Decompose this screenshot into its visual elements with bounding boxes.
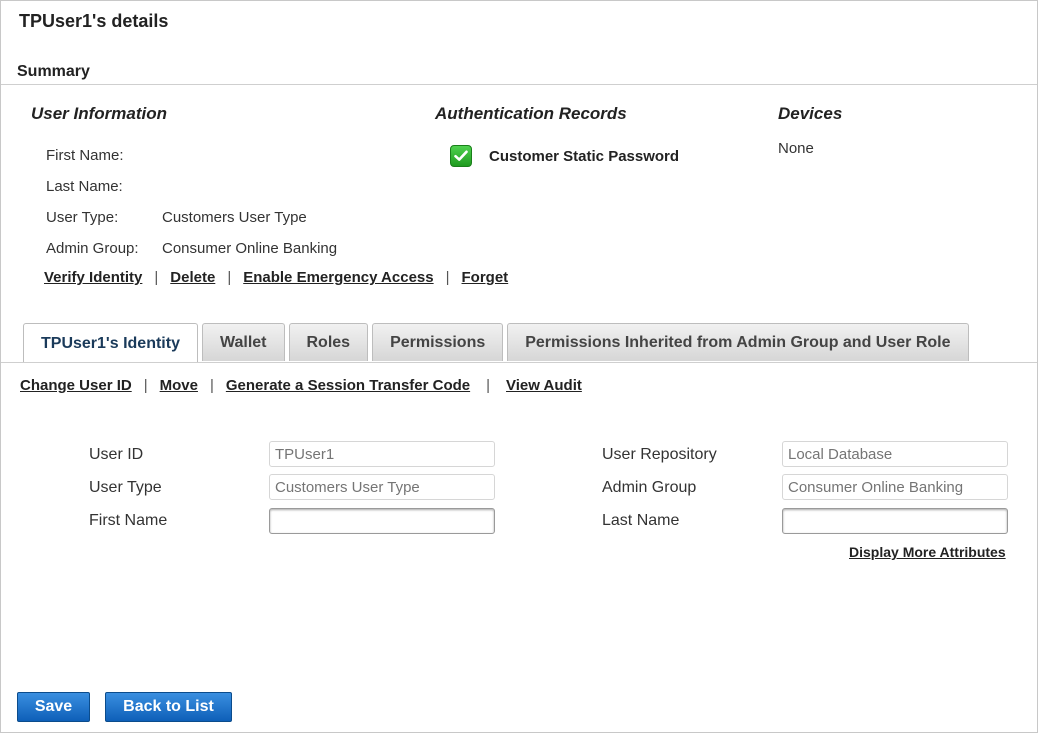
first-name-field[interactable] xyxy=(269,508,495,534)
display-more-attributes-link[interactable]: Display More Attributes xyxy=(849,544,1006,560)
tab-roles[interactable]: Roles xyxy=(288,323,369,361)
authentication-records-heading: Authentication Records xyxy=(435,104,627,123)
forget-link[interactable]: Forget xyxy=(462,269,509,286)
separator: | xyxy=(445,269,450,286)
devices-value: None xyxy=(778,140,814,157)
separator: | xyxy=(154,269,159,286)
admin-group-info-value: Consumer Online Banking xyxy=(162,240,338,257)
user-id-field xyxy=(269,441,495,467)
user-type-info-label: User Type: xyxy=(46,209,119,226)
last-name-label: Last Name xyxy=(602,512,680,529)
user-information-heading: User Information xyxy=(31,104,168,123)
user-details-panel: TPUser1's details Summary User Informati… xyxy=(0,0,1038,733)
user-repository-field xyxy=(782,441,1008,467)
change-user-id-link[interactable]: Change User ID xyxy=(20,377,132,394)
user-type-info-value: Customers User Type xyxy=(162,209,307,226)
delete-link[interactable]: Delete xyxy=(170,269,215,286)
page-title: TPUser1's details xyxy=(19,11,169,31)
tab-inherited-permissions[interactable]: Permissions Inherited from Admin Group a… xyxy=(507,323,969,361)
last-name-info-label: Last Name: xyxy=(46,178,123,195)
admin-group-label: Admin Group xyxy=(602,479,697,496)
summary-divider xyxy=(1,84,1037,85)
admin-group-info-label: Admin Group: xyxy=(46,240,139,257)
tab-wallet[interactable]: Wallet xyxy=(201,323,285,361)
summary-heading: Summary xyxy=(17,63,90,80)
identity-actions: Change User ID | Move | Generate a Session T… xyxy=(20,377,582,394)
tab-bar: TPUser1's Identity Wallet Roles Permissi… xyxy=(23,323,973,363)
last-name-field[interactable] xyxy=(782,508,1008,534)
session-transfer-code-link[interactable]: Generate a Session Transfer Code xyxy=(226,377,470,394)
tabs-divider xyxy=(1,362,1037,363)
user-id-label: User ID xyxy=(89,446,144,463)
last-name-info: Last Name: xyxy=(46,178,162,195)
user-type-label: User Type xyxy=(89,479,162,496)
enable-emergency-access-link[interactable]: Enable Emergency Access xyxy=(243,269,433,286)
admin-group-field xyxy=(782,474,1008,500)
back-to-list-button[interactable]: Back to List xyxy=(105,692,232,722)
separator: | xyxy=(143,377,148,394)
admin-group-info: Admin Group: Consumer Online Banking xyxy=(46,240,337,257)
first-name-label: First Name xyxy=(89,512,168,529)
separator: | xyxy=(486,377,491,394)
verify-identity-link[interactable]: Verify Identity xyxy=(44,269,142,286)
separator: | xyxy=(227,269,232,286)
devices-heading: Devices xyxy=(778,104,843,123)
check-icon xyxy=(450,145,472,167)
first-name-info: First Name: xyxy=(46,147,162,164)
auth-record-label: Customer Static Password xyxy=(489,147,680,165)
user-repository-label: User Repository xyxy=(602,446,717,463)
first-name-info-label: First Name: xyxy=(46,147,124,164)
save-button[interactable]: Save xyxy=(17,692,90,722)
tab-identity[interactable]: TPUser1's Identity xyxy=(23,323,198,363)
move-link[interactable]: Move xyxy=(160,377,198,394)
auth-record-item: Customer Static Password xyxy=(450,145,679,167)
separator: | xyxy=(209,377,214,394)
user-type-field xyxy=(269,474,495,500)
user-type-info: User Type: Customers User Type xyxy=(46,209,307,226)
tab-permissions[interactable]: Permissions xyxy=(372,323,504,361)
user-actions: Verify Identity | Delete | Enable Emergency … xyxy=(44,269,508,286)
view-audit-link[interactable]: View Audit xyxy=(506,377,582,394)
